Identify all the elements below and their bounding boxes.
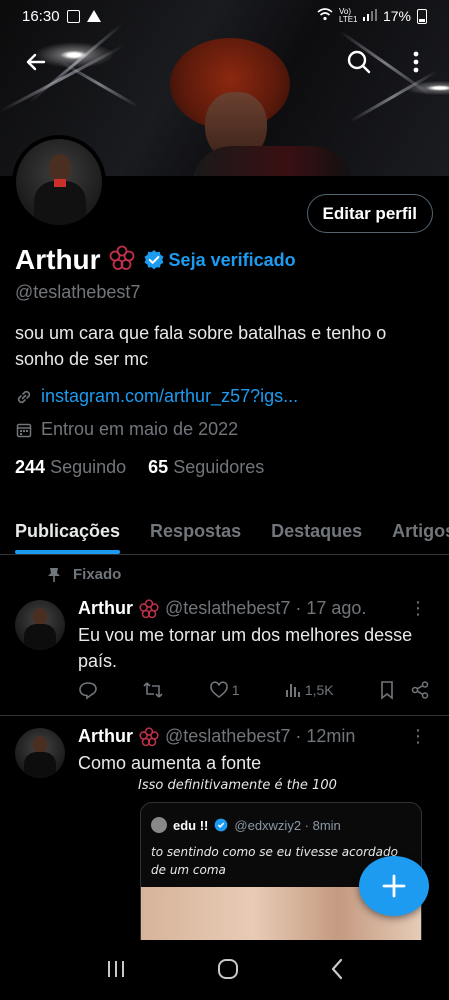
link-icon bbox=[17, 390, 31, 403]
wifi-icon bbox=[317, 8, 333, 24]
profile-handle: @teslathebest7 bbox=[15, 282, 141, 302]
back-chevron-icon bbox=[331, 958, 342, 979]
profile-avatar[interactable] bbox=[12, 135, 106, 229]
edit-profile-button[interactable]: Editar perfil bbox=[306, 194, 433, 233]
followers-stat[interactable]: 65 Seguidores bbox=[148, 457, 264, 478]
post-meta: @teslathebest7 · 17 ago. bbox=[165, 598, 367, 618]
post-author[interactable]: Arthur bbox=[78, 726, 133, 747]
recent-apps-button[interactable] bbox=[105, 959, 127, 984]
like-count: 1 bbox=[231, 682, 240, 698]
profile-bio: sou um cara que fala sobre batalhas e te… bbox=[15, 323, 387, 369]
reply-button[interactable] bbox=[78, 680, 98, 700]
view-count: 1,5K bbox=[304, 682, 334, 698]
media-caption: Isso definitivamente é the 100 bbox=[138, 778, 337, 793]
recent-apps-icon bbox=[108, 960, 125, 977]
like-button[interactable]: 1 bbox=[209, 680, 240, 700]
verified-badge-icon bbox=[215, 818, 228, 832]
battery-icon bbox=[417, 8, 427, 24]
post-author[interactable]: Arthur bbox=[78, 598, 133, 619]
more-options-button[interactable] bbox=[396, 42, 436, 82]
compose-button[interactable] bbox=[359, 856, 429, 916]
profile-joined-row: Entrou em maio de 2022 bbox=[15, 419, 238, 440]
heart-icon bbox=[209, 681, 228, 699]
profile-name: Arthur bbox=[15, 244, 101, 275]
banner-photo-shirt bbox=[192, 146, 352, 176]
flower-emoji-icon bbox=[139, 598, 159, 618]
search-button[interactable] bbox=[339, 42, 379, 82]
reply-icon bbox=[79, 682, 97, 700]
bookmark-icon[interactable] bbox=[378, 680, 396, 700]
profile-tabs: Publicações Respostas Destaques Artigos bbox=[0, 508, 449, 555]
share-icon[interactable] bbox=[410, 680, 430, 700]
network-label: Vo) LTE1 bbox=[338, 7, 358, 24]
tab-destaques[interactable]: Destaques bbox=[256, 508, 377, 554]
post-more-icon[interactable]: ⋮ bbox=[409, 726, 427, 747]
quoted-avatar bbox=[151, 817, 167, 833]
post-avatar[interactable] bbox=[15, 600, 65, 650]
battery-percent: 17% bbox=[382, 8, 411, 24]
tab-respostas[interactable]: Respostas bbox=[135, 508, 256, 554]
post-actions: 1 1,5K bbox=[78, 680, 430, 700]
system-nav-bar bbox=[0, 942, 449, 1000]
pin-icon bbox=[48, 567, 60, 582]
tab-artigos[interactable]: Artigos bbox=[377, 508, 449, 554]
views-icon bbox=[285, 684, 300, 697]
flower-emoji-icon bbox=[109, 245, 135, 276]
pinned-indicator: Fixado bbox=[47, 566, 121, 583]
tab-publicacoes[interactable]: Publicações bbox=[0, 508, 135, 554]
repost-button[interactable] bbox=[142, 680, 164, 700]
back-nav-button[interactable] bbox=[330, 958, 344, 985]
post-more-icon[interactable]: ⋮ bbox=[409, 598, 427, 619]
warning-icon bbox=[86, 10, 101, 22]
verify-link[interactable]: Seja verificado bbox=[143, 249, 296, 271]
status-time: 16:30 bbox=[22, 7, 60, 25]
following-stat[interactable]: 244 Seguindo bbox=[15, 457, 126, 478]
post-divider bbox=[0, 715, 449, 716]
signal-icon bbox=[362, 8, 377, 24]
verify-label: Seja verificado bbox=[168, 249, 296, 270]
flower-emoji-icon bbox=[139, 726, 159, 746]
search-icon bbox=[347, 50, 371, 74]
profile-name-row: Arthur Seja verificado bbox=[15, 244, 296, 276]
home-icon bbox=[218, 958, 239, 979]
views-button[interactable]: 1,5K bbox=[284, 681, 334, 699]
quoted-author: edu !! bbox=[173, 817, 209, 833]
repost-icon bbox=[143, 682, 163, 698]
post-text: Eu vou me tornar um dos melhores desse p… bbox=[78, 625, 413, 671]
post-text: Como aumenta a fonte bbox=[78, 753, 262, 773]
home-button[interactable] bbox=[217, 958, 239, 985]
status-bar: 16:30 Vo) LTE1 17% bbox=[0, 0, 449, 32]
profile-link[interactable]: instagram.com/arthur_z57?igs... bbox=[41, 386, 298, 407]
post-meta: @teslathebest7 · 12min bbox=[165, 726, 356, 746]
arrow-left-icon bbox=[26, 53, 46, 71]
profile-link-row[interactable]: instagram.com/arthur_z57?igs... bbox=[15, 386, 298, 407]
verified-badge-icon bbox=[144, 250, 164, 270]
post-avatar[interactable] bbox=[15, 728, 65, 778]
quoted-meta: @edxwziy2 · 8min bbox=[234, 817, 341, 833]
gallery-icon bbox=[66, 9, 80, 23]
plus-icon bbox=[382, 874, 406, 898]
more-vertical-icon bbox=[413, 51, 419, 73]
calendar-icon bbox=[16, 423, 32, 437]
back-button[interactable] bbox=[16, 42, 56, 82]
follow-stats: 244 Seguindo 65 Seguidores bbox=[15, 457, 264, 478]
profile-joined: Entrou em maio de 2022 bbox=[41, 419, 239, 439]
